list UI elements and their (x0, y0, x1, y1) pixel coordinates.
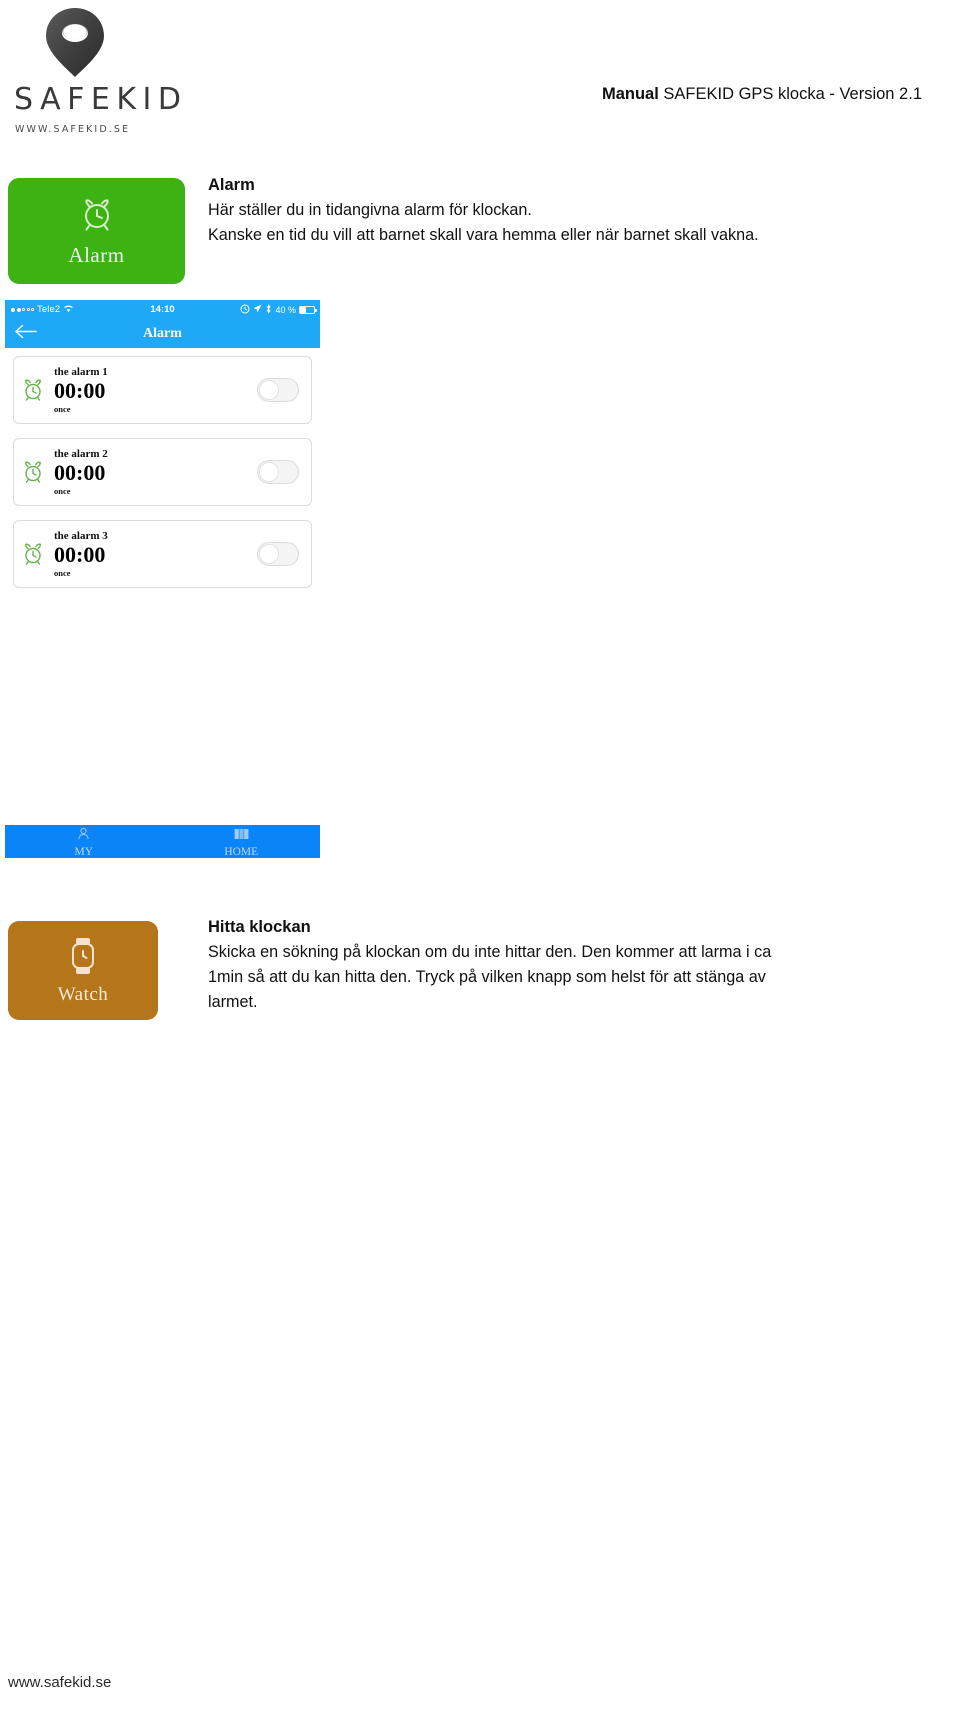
watch-tile-label: Watch (57, 983, 109, 1005)
watch-app-tile: Watch (8, 921, 158, 1020)
alarm-app-tile: Alarm (8, 178, 185, 284)
alarm-indicator-icon (240, 304, 250, 316)
battery-icon (299, 305, 317, 314)
alarm-name: the alarm 3 (54, 530, 108, 542)
toggle-knob (259, 380, 279, 400)
alarm-line-1: Här ställer du in tidangivna alarm för k… (208, 201, 532, 219)
alarm-list: the alarm 1 00:00 once the alarm 2 00:00… (5, 348, 320, 588)
alarm-time: 00:00 (54, 460, 106, 485)
watch-heading: Hitta klockan (208, 918, 311, 936)
nav-title: Alarm (143, 325, 182, 341)
alarm-heading: Alarm (208, 176, 255, 194)
header-title-rest: SAFEKID GPS klocka - Version 2.1 (658, 85, 922, 103)
alarm-time: 00:00 (54, 542, 106, 567)
tab-my[interactable]: MY (5, 825, 163, 858)
location-arrow-icon (253, 304, 262, 315)
alarm-row[interactable]: the alarm 3 00:00 once (13, 520, 312, 588)
alarm-name: the alarm 1 (54, 366, 108, 378)
alarm-clock-icon (14, 542, 52, 566)
status-bar-right: 40 % (240, 303, 317, 316)
map-icon (234, 827, 249, 845)
app-nav-bar: Alarm (5, 319, 320, 348)
app-tab-bar: MY HOME (5, 825, 320, 858)
tab-home-label: HOME (224, 845, 259, 858)
alarm-line-2: Kanske en tid du vill att barnet skall v… (208, 226, 759, 244)
alarm-time: 00:00 (54, 378, 106, 403)
toggle-knob (259, 462, 279, 482)
tab-home[interactable]: HOME (163, 825, 321, 858)
watch-icon (66, 936, 100, 981)
alarm-repeat: once (54, 568, 71, 578)
toggle-knob (259, 544, 279, 564)
alarm-toggle[interactable] (257, 460, 299, 484)
alarm-row-info: the alarm 1 00:00 once (52, 366, 257, 414)
alarm-description-block: Alarm Här ställer du in tidangivna alarm… (208, 173, 898, 248)
logo-url: WWW.SAFEKID.SE (15, 124, 131, 135)
alarm-tile-label: Alarm (68, 243, 125, 267)
back-arrow-icon[interactable] (14, 324, 38, 344)
brand-logo: SAFEKID WWW.SAFEKID.SE (12, 6, 212, 135)
map-pin-icon (38, 6, 112, 80)
alarm-row-info: the alarm 3 00:00 once (52, 530, 257, 578)
alarm-clock-icon (77, 194, 117, 239)
watch-description-block: Hitta klockan Skicka en sökning på klock… (208, 915, 908, 1015)
alarm-clock-icon (14, 460, 52, 484)
battery-percent-label: 40 % (275, 304, 296, 315)
alarm-row[interactable]: the alarm 1 00:00 once (13, 356, 312, 424)
header-title-bold: Manual (601, 85, 659, 103)
tab-my-label: MY (74, 845, 94, 858)
watch-line-2: 1min så att du kan hitta den. Tryck på v… (208, 968, 766, 986)
document-header-title: Manual SAFEKID GPS klocka - Version 2.1 (602, 85, 922, 104)
ios-status-bar: Tele2 14:10 40 % (5, 300, 320, 319)
watch-line-1: Skicka en sökning på klockan om du inte … (208, 943, 772, 961)
alarm-row-info: the alarm 2 00:00 once (52, 448, 257, 496)
alarm-name: the alarm 2 (54, 448, 108, 460)
manual-page: SAFEKID WWW.SAFEKID.SE Manual SAFEKID GP… (0, 0, 960, 1709)
footer-url: www.safekid.se (8, 1674, 112, 1691)
alarm-repeat: once (54, 404, 71, 414)
watch-line-3: larmet. (208, 993, 258, 1011)
bluetooth-icon (265, 303, 272, 316)
alarm-clock-icon (14, 378, 52, 402)
alarm-row[interactable]: the alarm 2 00:00 once (13, 438, 312, 506)
alarm-toggle[interactable] (257, 542, 299, 566)
person-icon (77, 827, 90, 845)
alarm-toggle[interactable] (257, 378, 299, 402)
phone-screenshot: Tele2 14:10 40 % Alarm the alarm 1 00:00… (5, 300, 320, 858)
alarm-repeat: once (54, 486, 71, 496)
logo-wordmark: SAFEKID (14, 82, 188, 117)
